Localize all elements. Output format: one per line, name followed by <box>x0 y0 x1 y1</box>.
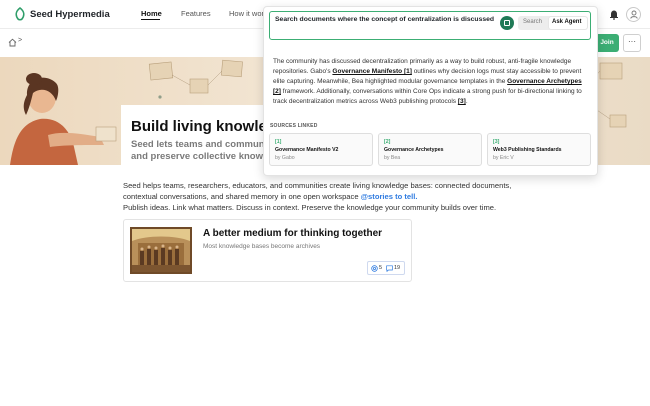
intro-line-2-text: contextual conversations, and shared mem… <box>123 192 361 201</box>
source-number: [1] <box>275 139 282 145</box>
mode-search-option[interactable]: Search <box>523 19 542 25</box>
source-title: Governance Manifesto V2 <box>275 147 339 153</box>
source-title: Web3 Publishing Standards <box>493 147 562 153</box>
seed-logo-icon[interactable] <box>14 7 26 21</box>
hero-subtitle: Seed lets teams and commun and preserve … <box>131 139 281 163</box>
card-subtitle: Most knowledge bases become archives <box>203 243 321 250</box>
home-icon[interactable] <box>8 38 17 47</box>
card-stats: 5 19 <box>367 261 405 275</box>
intro-line-2: contextual conversations, and shared mem… <box>123 191 543 202</box>
source-number: [3] <box>493 139 500 145</box>
more-options-button[interactable]: ··· <box>623 34 641 52</box>
source-number: [2] <box>384 139 391 145</box>
answer-text-3: framework. Additionally, conversations w… <box>273 88 582 105</box>
source-author: by Eric V <box>493 155 514 161</box>
source-card-1[interactable]: [1] Governance Manifesto V2 by Gabo <box>269 133 373 166</box>
answer-text-4: . <box>465 98 468 105</box>
source-author: by Gabo <box>275 155 295 161</box>
citation-1-link[interactable]: Governance Manifesto [1] <box>332 68 411 75</box>
breadcrumb: > <box>8 37 24 48</box>
intro-line-3: Publish ideas. Link what matters. Discus… <box>123 203 497 212</box>
source-card-3[interactable]: [3] Web3 Publishing Standards by Eric V <box>487 133 591 166</box>
intro-paragraph: Seed helps teams, researchers, educators… <box>123 180 543 213</box>
stop-generation-button[interactable] <box>500 16 514 30</box>
sources-label: SOURCES LINKED <box>270 123 318 129</box>
painting-thumbnail-image <box>130 227 192 274</box>
brand-name[interactable]: Seed Hypermedia <box>30 9 110 20</box>
mention-icon <box>371 265 378 272</box>
nav-features[interactable]: Features <box>181 9 211 18</box>
hero-subtitle-line-1: Seed lets teams and commun <box>131 139 265 150</box>
stop-icon <box>504 20 510 26</box>
nav-home[interactable]: Home <box>141 9 162 18</box>
stories-mention-link[interactable]: @stories to tell. <box>361 192 418 201</box>
source-card-2[interactable]: [2] Governance Archetypes by Bea <box>378 133 482 166</box>
citation-3-link[interactable]: [3] <box>458 98 466 105</box>
source-title: Governance Archetypes <box>384 147 444 153</box>
join-button[interactable]: Join <box>595 34 619 52</box>
agent-answer: The community has discussed decentraliza… <box>273 57 589 107</box>
mode-ask-agent-option[interactable]: Ask Agent <box>552 19 581 25</box>
comment-icon <box>386 265 393 272</box>
nav-home-underline <box>141 19 160 20</box>
comment-count: 19 <box>394 265 401 271</box>
search-query-text[interactable]: Search documents where the concept of ce… <box>275 16 494 23</box>
bell-icon[interactable] <box>609 9 619 20</box>
card-title[interactable]: A better medium for thinking together <box>203 228 382 239</box>
hero-title: Build living knowle <box>131 118 267 135</box>
mention-count: 5 <box>379 265 383 271</box>
hero-subtitle-line-2: and preserve collective knowl <box>131 151 266 162</box>
user-avatar[interactable] <box>626 7 641 22</box>
card-thumbnail <box>130 227 192 274</box>
intro-line-1: Seed helps teams, researchers, educators… <box>123 181 512 190</box>
breadcrumb-separator: > <box>18 37 23 44</box>
document-card[interactable]: A better medium for thinking together Mo… <box>123 219 412 282</box>
user-icon <box>630 10 638 19</box>
nav-how-it-works[interactable]: How it wor <box>229 9 264 18</box>
source-author: by Bea <box>384 155 401 161</box>
